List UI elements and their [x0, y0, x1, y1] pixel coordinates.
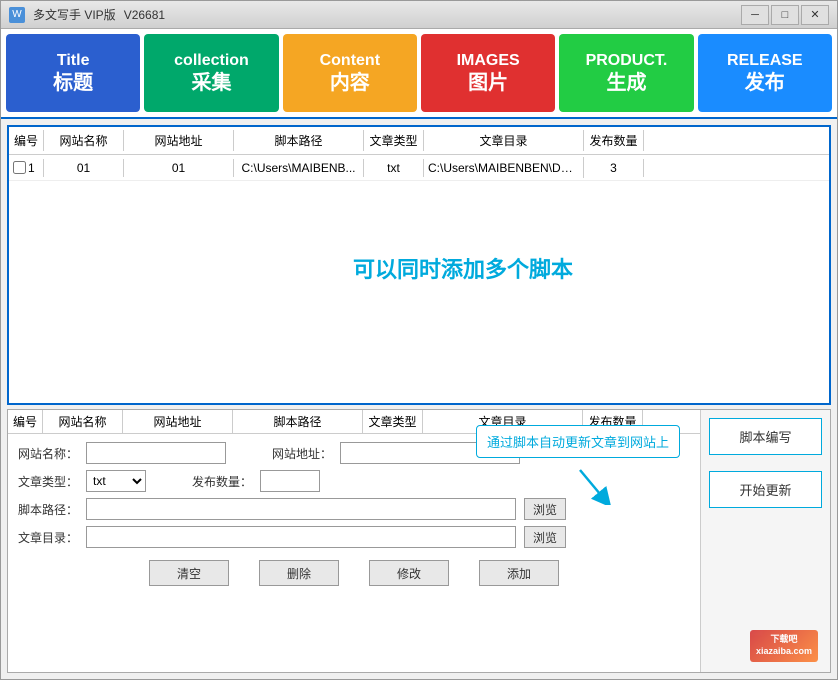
- tooltip-bubble: 通过脚本自动更新文章到网站上: [476, 425, 680, 458]
- nav-item-release[interactable]: RELEASE 发布: [698, 34, 832, 112]
- lower-col-name: 网站名称: [43, 410, 123, 433]
- col-header-url: 网站地址: [124, 130, 234, 151]
- minimize-button[interactable]: ─: [741, 5, 769, 25]
- row-dir: C:\Users\MAIBENBEN\Desktop\内容...: [424, 157, 584, 178]
- main-content: 编号 网站名称 网站地址 脚本路径 文章类型 文章目录 发布数量 1 01 01…: [1, 119, 837, 679]
- col-header-type: 文章类型: [364, 130, 424, 151]
- script-path-input[interactable]: [86, 498, 516, 520]
- nav-content-en: Content: [320, 51, 380, 70]
- col-header-name: 网站名称: [44, 130, 124, 151]
- script-edit-button[interactable]: 脚本编写: [709, 418, 822, 455]
- dir-browse-button[interactable]: 浏览: [524, 526, 566, 548]
- publish-count-input[interactable]: [260, 470, 320, 492]
- upper-table-section: 编号 网站名称 网站地址 脚本路径 文章类型 文章目录 发布数量 1 01 01…: [7, 125, 831, 405]
- script-path-label: 脚本路径：: [18, 501, 78, 518]
- watermark: 下载吧xiazaiba.com: [744, 626, 824, 666]
- row-url: 01: [124, 159, 234, 177]
- lower-col-type: 文章类型: [363, 410, 423, 433]
- nav-images-en: IMAGES: [457, 51, 520, 70]
- nav-collection-cn: 采集: [191, 71, 231, 95]
- nav-item-content[interactable]: Content 内容: [283, 34, 417, 112]
- table-row[interactable]: 1 01 01 C:\Users\MAIBENB... txt C:\Users…: [9, 155, 829, 181]
- lower-col-no: 编号: [8, 410, 43, 433]
- tooltip-arrow-icon: [575, 465, 615, 505]
- nav-item-product[interactable]: PRODUCT. 生成: [559, 34, 693, 112]
- nav-release-en: RELEASE: [727, 51, 803, 70]
- nav-bar: Title 标题 collection 采集 Content 内容 IMAGES…: [1, 29, 837, 119]
- nav-item-collection[interactable]: collection 采集: [144, 34, 278, 112]
- lower-section: 编号 网站名称 网站地址 脚本路径 文章类型 文章目录 发布数量 通过脚本自动更…: [7, 409, 831, 673]
- col-header-dir: 文章目录: [424, 130, 584, 151]
- script-browse-button[interactable]: 浏览: [524, 498, 566, 520]
- action-buttons: 清空 删除 修改 添加: [18, 554, 690, 592]
- clear-button[interactable]: 清空: [149, 560, 229, 586]
- form-row-dir: 文章目录： 浏览: [18, 526, 690, 548]
- right-panel: 脚本编写 开始更新 下载吧xiazaiba.com: [700, 410, 830, 672]
- article-type-select[interactable]: txt html xml: [86, 470, 146, 492]
- article-dir-label: 文章目录：: [18, 529, 78, 546]
- title-bar: W 多文写手 VIP版 V26681 ─ □ ✕: [1, 1, 837, 29]
- article-dir-input[interactable]: [86, 526, 516, 548]
- main-window: W 多文写手 VIP版 V26681 ─ □ ✕ Title 标题 collec…: [0, 0, 838, 680]
- delete-button[interactable]: 删除: [259, 560, 339, 586]
- lower-col-script: 脚本路径: [233, 410, 363, 433]
- site-name-input[interactable]: [86, 442, 226, 464]
- row-script: C:\Users\MAIBENB...: [234, 159, 364, 177]
- row-count: 3: [584, 159, 644, 177]
- lower-col-url: 网站地址: [123, 410, 233, 433]
- nav-title-cn: 标题: [53, 71, 93, 95]
- app-icon: W: [9, 7, 25, 23]
- add-button[interactable]: 添加: [479, 560, 559, 586]
- hint-text: 可以同时添加多个脚本: [353, 252, 573, 284]
- nav-images-cn: 图片: [468, 71, 508, 95]
- nav-item-images[interactable]: IMAGES 图片: [421, 34, 555, 112]
- col-header-count: 发布数量: [584, 130, 644, 151]
- title-bar-left: W 多文写手 VIP版 V26681: [9, 6, 165, 23]
- app-title: 多文写手 VIP版: [33, 6, 116, 23]
- col-header-no: 编号: [9, 130, 44, 151]
- maximize-button[interactable]: □: [771, 5, 799, 25]
- start-update-button[interactable]: 开始更新: [709, 471, 822, 508]
- row-checkbox[interactable]: [13, 161, 26, 174]
- publish-count-label: 发布数量：: [192, 473, 252, 490]
- window-controls: ─ □ ✕: [741, 5, 829, 25]
- col-header-script: 脚本路径: [234, 130, 364, 151]
- row-type: txt: [364, 159, 424, 177]
- app-version: V26681: [124, 8, 165, 22]
- form-section: 网站名称： 网站地址： 文章类型： txt html xml: [8, 434, 700, 600]
- close-button[interactable]: ✕: [801, 5, 829, 25]
- table-header: 编号 网站名称 网站地址 脚本路径 文章类型 文章目录 发布数量: [9, 127, 829, 155]
- nav-title-en: Title: [57, 51, 90, 70]
- nav-release-cn: 发布: [745, 71, 785, 95]
- nav-product-cn: 生成: [606, 71, 646, 95]
- row-no: 1: [9, 159, 44, 177]
- modify-button[interactable]: 修改: [369, 560, 449, 586]
- site-name-label: 网站名称：: [18, 445, 78, 462]
- row-name: 01: [44, 159, 124, 177]
- nav-content-cn: 内容: [330, 71, 370, 95]
- nav-collection-en: collection: [174, 51, 249, 70]
- article-type-label: 文章类型：: [18, 473, 78, 490]
- nav-product-en: PRODUCT.: [586, 51, 668, 70]
- watermark-text: 下载吧xiazaiba.com: [750, 630, 818, 661]
- site-url-label: 网站地址：: [272, 445, 332, 462]
- nav-item-title[interactable]: Title 标题: [6, 34, 140, 112]
